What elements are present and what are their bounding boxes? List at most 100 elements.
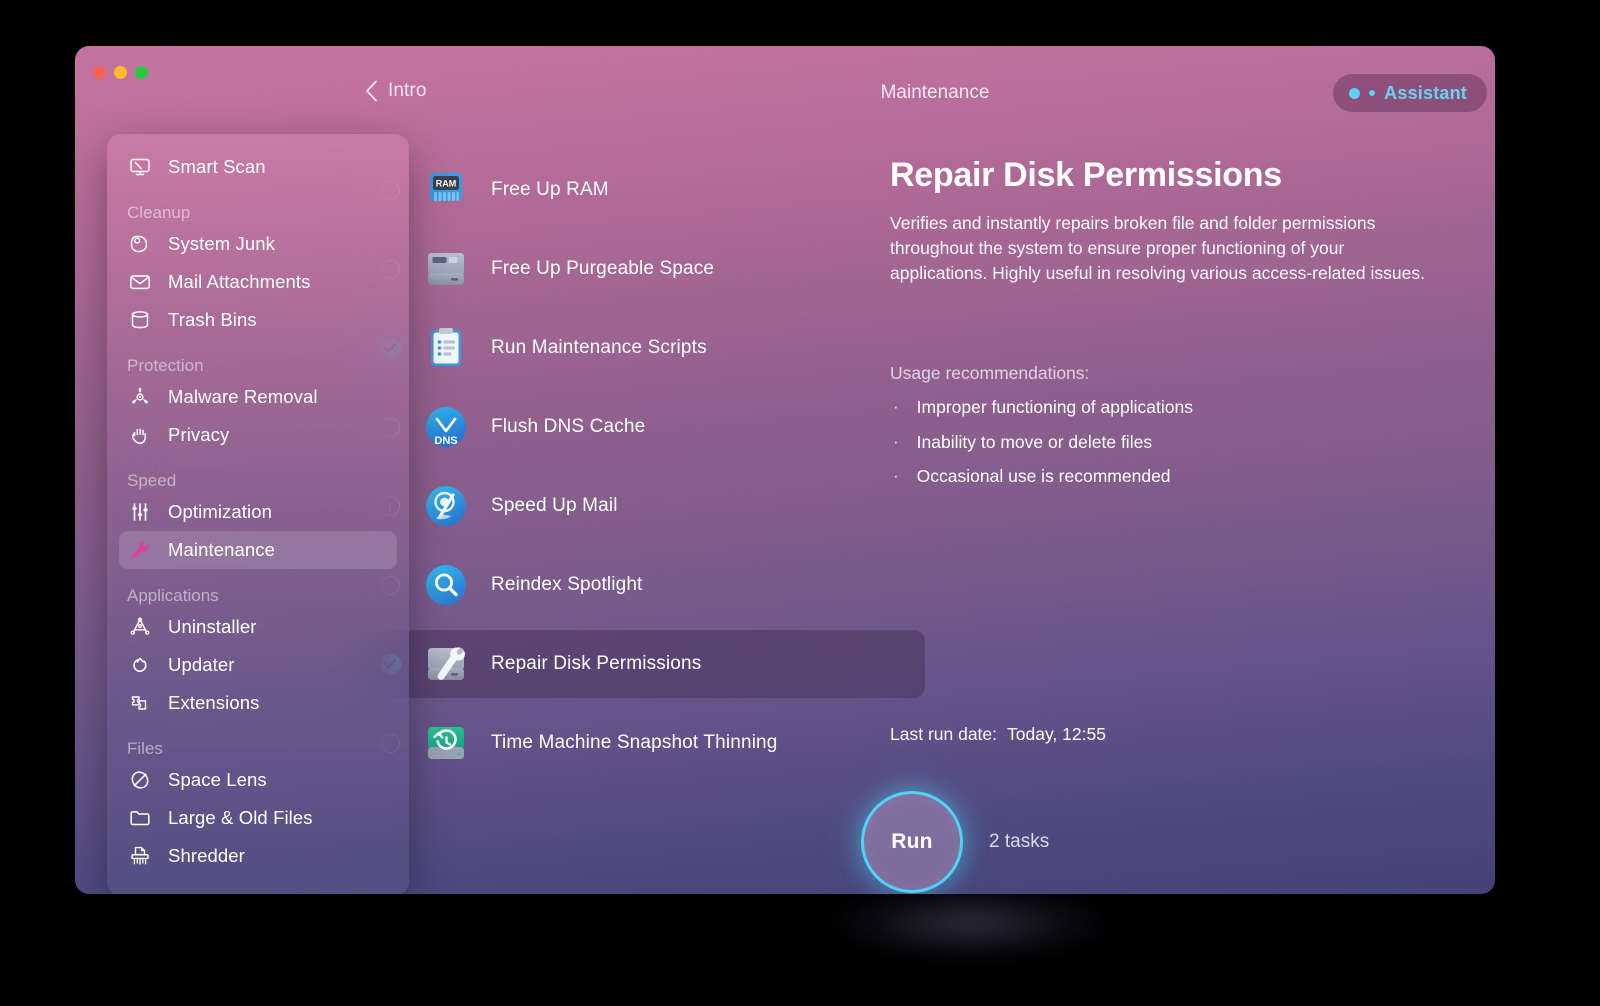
bullet-icon: · <box>893 431 899 454</box>
traffic-light-group <box>93 66 148 79</box>
ram-chip-icon: RAM <box>423 167 469 213</box>
dns-icon: DNS <box>423 404 469 450</box>
disk-wrench-icon <box>423 641 469 687</box>
hard-drive-icon <box>423 246 469 292</box>
task-label: Free Up RAM <box>491 179 609 201</box>
page-title: Maintenance <box>375 82 1495 104</box>
assistant-button-label: Assistant <box>1384 83 1467 104</box>
selected-task-count: 2 tasks <box>989 831 1049 853</box>
sidebar-item-uninstaller[interactable]: Uninstaller <box>119 608 397 646</box>
sidebar-item-smart-scan[interactable]: Smart Scan <box>119 148 397 186</box>
run-button-label: Run <box>891 830 932 854</box>
last-run-date-value: Today, 12:55 <box>1007 724 1106 745</box>
bullet-icon: · <box>893 465 899 488</box>
sidebar-item-space-lens[interactable]: Space Lens <box>119 761 397 799</box>
sidebar-item-label: Extensions <box>168 692 260 714</box>
task-label: Speed Up Mail <box>491 495 618 517</box>
sidebar-group-protection-label: Protection <box>107 356 409 378</box>
time-machine-icon <box>423 720 469 766</box>
folder-icon <box>127 805 153 831</box>
sidebar-item-optimization[interactable]: Optimization <box>119 493 397 531</box>
svg-text:RAM: RAM <box>436 179 457 189</box>
application-window: Intro Maintenance Assistant <box>75 46 1495 894</box>
sidebar-group-files-label: Files <box>107 739 409 761</box>
task-label: Reindex Spotlight <box>491 574 642 596</box>
sidebar-item-trash-bins[interactable]: Trash Bins <box>119 301 397 339</box>
task-row-flush-dns-cache[interactable]: DNS Flush DNS Cache <box>365 393 925 461</box>
sidebar-item-label: Maintenance <box>168 539 275 561</box>
close-window-button[interactable] <box>93 66 106 79</box>
svg-text:DNS: DNS <box>434 435 457 447</box>
usage-item-text: Occasional use is recommended <box>917 465 1171 489</box>
sidebar-item-label: Space Lens <box>168 769 267 791</box>
sliders-icon <box>127 499 153 525</box>
sidebar-item-label: Uninstaller <box>168 616 257 638</box>
usage-list-item: · Inability to move or delete files <box>890 431 1470 455</box>
sidebar-item-label: System Junk <box>168 233 275 255</box>
task-label: Free Up Purgeable Space <box>491 258 714 280</box>
uninstaller-icon <box>127 614 153 640</box>
task-row-free-up-purgeable-space[interactable]: Free Up Purgeable Space <box>365 235 925 303</box>
shredder-icon <box>127 843 153 869</box>
sidebar-item-label: Privacy <box>168 424 229 446</box>
bullet-icon: · <box>893 396 899 419</box>
sidebar-item-label: Optimization <box>168 501 272 523</box>
sidebar-item-extensions[interactable]: Extensions <box>119 684 397 722</box>
run-button[interactable]: Run <box>861 791 963 893</box>
task-row-free-up-ram[interactable]: RAM Free Up RAM <box>365 156 925 224</box>
sidebar-item-updater[interactable]: Updater <box>119 646 397 684</box>
task-label: Repair Disk Permissions <box>491 653 701 675</box>
screenshot-root: Intro Maintenance Assistant <box>0 0 1600 1006</box>
spotlight-search-icon <box>423 562 469 608</box>
detail-description: Verifies and instantly repairs broken fi… <box>890 211 1438 286</box>
task-label: Run Maintenance Scripts <box>491 337 707 359</box>
usage-list-item: · Improper functioning of applications <box>890 396 1470 420</box>
sidebar-group-applications-label: Applications <box>107 586 409 608</box>
space-lens-icon <box>127 767 153 793</box>
task-row-time-machine-snapshot-thinning[interactable]: Time Machine Snapshot Thinning <box>365 709 925 777</box>
puzzle-piece-icon <box>127 690 153 716</box>
sidebar-group-cleanup-label: Cleanup <box>107 203 409 225</box>
sidebar-group-speed-label: Speed <box>107 471 409 493</box>
task-label: Time Machine Snapshot Thinning <box>491 732 778 754</box>
maintenance-task-list: RAM Free Up RAM <box>365 156 925 788</box>
sidebar-item-malware-removal[interactable]: Malware Removal <box>119 378 397 416</box>
sidebar-item-system-junk[interactable]: System Junk <box>119 225 397 263</box>
sidebar-item-label: Large & Old Files <box>168 807 313 829</box>
envelope-icon <box>127 269 153 295</box>
sidebar-item-large-and-old-files[interactable]: Large & Old Files <box>119 799 397 837</box>
usage-list-item: · Occasional use is recommended <box>890 465 1470 489</box>
sidebar: Smart Scan Cleanup System Junk <box>107 134 409 894</box>
task-label: Flush DNS Cache <box>491 416 645 438</box>
task-row-reindex-spotlight[interactable]: Reindex Spotlight <box>365 551 925 619</box>
monitor-icon <box>127 154 153 180</box>
usage-item-text: Inability to move or delete files <box>917 431 1152 455</box>
sidebar-item-maintenance[interactable]: Maintenance <box>119 531 397 569</box>
biohazard-icon <box>127 384 153 410</box>
maximize-window-button[interactable] <box>135 66 148 79</box>
assistant-button[interactable]: Assistant <box>1333 74 1487 112</box>
detail-panel: Repair Disk Permissions Verifies and ins… <box>890 156 1470 500</box>
task-row-run-maintenance-scripts[interactable]: Run Maintenance Scripts <box>365 314 925 382</box>
usage-recommendations-heading: Usage recommendations: <box>890 363 1470 384</box>
task-row-repair-disk-permissions[interactable]: Repair Disk Permissions <box>365 630 925 698</box>
run-area: Run 2 tasks <box>861 791 1049 893</box>
sidebar-item-label: Smart Scan <box>168 156 266 178</box>
junk-tag-icon <box>127 231 153 257</box>
hand-icon <box>127 422 153 448</box>
sidebar-item-label: Malware Removal <box>168 386 318 408</box>
usage-item-text: Improper functioning of applications <box>917 396 1193 420</box>
assistant-dot-small-icon <box>1369 90 1375 96</box>
sidebar-item-mail-attachments[interactable]: Mail Attachments <box>119 263 397 301</box>
header-bar: Intro Maintenance Assistant <box>365 70 1495 126</box>
update-arrow-icon <box>127 652 153 678</box>
clipboard-list-icon <box>423 325 469 371</box>
detail-title: Repair Disk Permissions <box>890 156 1470 195</box>
task-row-speed-up-mail[interactable]: i Spe <box>365 472 925 540</box>
assistant-dot-large-icon <box>1349 88 1360 99</box>
trash-bin-icon <box>127 307 153 333</box>
sidebar-item-shredder[interactable]: Shredder <box>119 837 397 875</box>
mail-speed-icon <box>423 483 469 529</box>
minimize-window-button[interactable] <box>114 66 127 79</box>
sidebar-item-privacy[interactable]: Privacy <box>119 416 397 454</box>
